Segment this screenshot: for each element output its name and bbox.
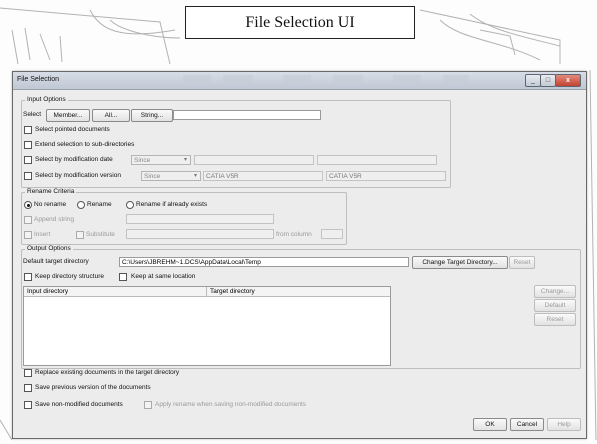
change-target-button[interactable]: Change Target Directory... (412, 256, 508, 269)
no-rename-radio[interactable] (24, 201, 32, 209)
extend-selection-label: Extend selection to sub-directories (35, 141, 135, 148)
reset-directory-button: Reset (534, 313, 576, 326)
mod-date-from-field (194, 155, 314, 165)
mod-date-label: Select by modification date (35, 156, 113, 163)
substitute-field (126, 229, 274, 239)
keep-location-label: Keep at same location (131, 273, 196, 280)
append-string-checkbox (24, 216, 32, 224)
ghost-tab (183, 75, 211, 84)
no-rename-label: No rename (34, 201, 67, 208)
ghost-tab (283, 75, 311, 84)
select-pointed-label: Select pointed documents (35, 126, 110, 133)
rename-if-exists-radio[interactable] (126, 201, 134, 209)
help-button: Help (547, 418, 581, 431)
from-column-label: from column (276, 231, 312, 238)
append-string-field (126, 214, 274, 224)
rename-if-exists-label: Rename if already exists (136, 201, 208, 208)
mod-version-combo-value: Since (144, 173, 161, 180)
rename-criteria-title: Rename Criteria (25, 188, 77, 195)
mod-date-combo-value: Since (134, 157, 151, 164)
mod-date-to-field (317, 155, 437, 165)
save-non-modified-checkbox[interactable] (24, 401, 32, 409)
string-button[interactable]: String... (131, 109, 173, 122)
insert-label: Insert (34, 231, 51, 238)
apply-rename-checkbox (144, 401, 152, 409)
save-non-modified-label: Save non-modified documents (35, 401, 123, 408)
apply-rename-label: Apply rename when saving non-modified do… (155, 401, 307, 408)
close-button[interactable]: x (555, 74, 581, 87)
ghost-tab (393, 75, 421, 84)
ghost-tab (443, 75, 469, 84)
target-directory-header[interactable]: Target directory (207, 287, 390, 297)
from-column-field (321, 229, 343, 239)
cancel-button[interactable]: Cancel (510, 418, 544, 431)
mod-version-label: Select by modification version (35, 172, 121, 179)
member-button[interactable]: Member... (46, 109, 90, 122)
default-target-label: Default target directory (23, 258, 89, 265)
replace-existing-label: Replace existing documents in the target… (35, 369, 180, 376)
substitute-label: Substitute (86, 231, 115, 238)
directory-table[interactable]: Input directory Target directory (23, 286, 391, 366)
default-target-field[interactable]: C:\Users\JBREHM~1.DCS\AppData\Local\Temp (119, 257, 409, 267)
keep-structure-checkbox[interactable] (24, 273, 32, 281)
substitute-checkbox (76, 231, 84, 239)
mod-date-combo[interactable]: Since ▾ (131, 155, 191, 165)
replace-existing-checkbox[interactable] (24, 369, 32, 377)
append-string-label: Append string (34, 216, 75, 223)
version-from-field: CATIA V5R (203, 171, 323, 181)
input-directory-header[interactable]: Input directory (24, 287, 207, 297)
ok-button[interactable]: OK (473, 418, 507, 431)
extend-selection-checkbox[interactable] (24, 141, 32, 149)
select-label: Select (23, 111, 42, 118)
chevron-down-icon: ▾ (183, 157, 187, 163)
version-to-field: CATIA V5R (326, 171, 446, 181)
maximize-button[interactable]: □ (540, 74, 556, 87)
select-string-input[interactable] (173, 110, 321, 120)
mod-date-checkbox[interactable] (24, 156, 32, 164)
keep-structure-label: Keep directory structure (35, 273, 105, 280)
keep-location-checkbox[interactable] (119, 273, 127, 281)
reset-target-button: Reset (509, 256, 535, 269)
insert-checkbox (24, 231, 32, 239)
chevron-down-icon: ▾ (193, 173, 197, 179)
title-bar[interactable]: File Selection _ □ x (13, 72, 586, 90)
window-title: File Selection (17, 76, 60, 83)
all-button[interactable]: All... (92, 109, 130, 122)
mod-version-checkbox[interactable] (24, 172, 32, 180)
default-directory-button: Default (534, 299, 576, 312)
rename-radio[interactable] (77, 201, 85, 209)
save-previous-label: Save previous version of the documents (35, 384, 151, 391)
minimize-button[interactable]: _ (525, 74, 541, 87)
mod-version-combo[interactable]: Since ▾ (141, 171, 201, 181)
select-pointed-checkbox[interactable] (24, 126, 32, 134)
file-selection-window: File Selection _ □ x Input Options Selec… (12, 71, 587, 439)
save-previous-checkbox[interactable] (24, 384, 32, 392)
ghost-tab (333, 75, 363, 84)
change-directory-button: Change... (534, 285, 576, 298)
input-options-title: Input Options (25, 96, 68, 103)
output-options-title: Output Options (25, 245, 73, 252)
ghost-tab (223, 75, 253, 84)
rename-label: Rename (87, 201, 112, 208)
figure-caption: File Selection UI (185, 6, 415, 39)
